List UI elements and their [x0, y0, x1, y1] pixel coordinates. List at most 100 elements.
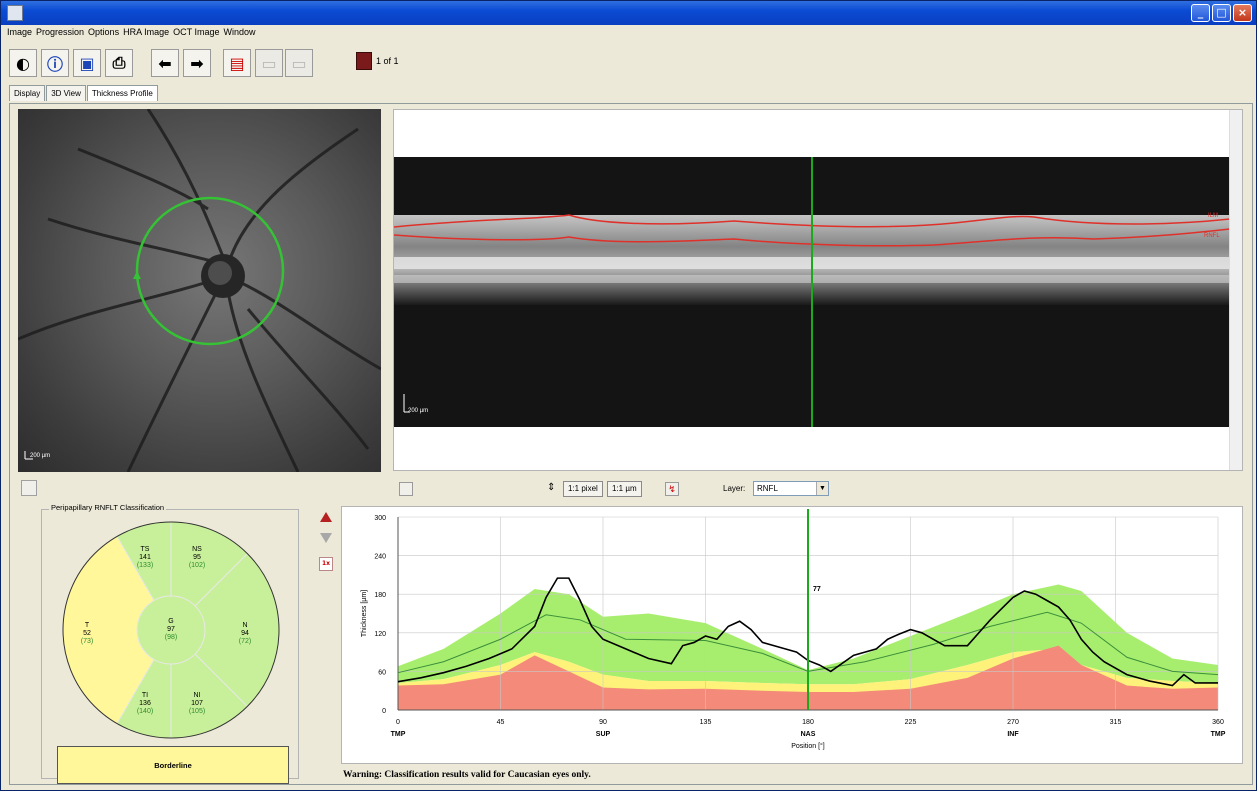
fundus-vessels	[18, 109, 381, 472]
sector-axis-label: NAS	[801, 731, 816, 738]
x-tick-label: 45	[497, 719, 505, 726]
sector-value: 95	[193, 554, 201, 561]
arrow-right-icon[interactable]: ➡	[183, 49, 211, 77]
arrow-left-icon[interactable]: ⬅	[151, 49, 179, 77]
sector-value: 107	[191, 700, 203, 707]
oct-controls: ⇕ 1:1 pixel 1:1 µm ↯ Layer: RNFL ▼	[393, 480, 1243, 502]
thickness-chart[interactable]: 0 60 120 180 240 300 0 45 90 135 180 225 270 315 360 TM…	[342, 507, 1242, 763]
oct-bscan-image[interactable]: ILM RNFL 200 µm	[394, 157, 1230, 427]
layer-select[interactable]: RNFL ▼	[753, 481, 829, 496]
app-icon	[7, 5, 23, 21]
close-button[interactable]: ×	[1233, 4, 1252, 22]
zoom-1x-button[interactable]: 1x	[319, 557, 333, 571]
contrast-icon[interactable]: ◐	[9, 49, 37, 77]
classification-result-badge: Borderline	[57, 746, 289, 784]
classification-warning: Warning: Classification results valid fo…	[343, 770, 591, 780]
x-tick-label: 135	[700, 719, 712, 726]
x-tick-label: 225	[905, 719, 917, 726]
x-tick-label: 360	[1212, 719, 1224, 726]
um-scale-button[interactable]: 1:1 µm	[607, 481, 642, 497]
thickness-chart-panel: 0 60 120 180 240 300 0 45 90 135 180 225 270 315 360 TM…	[341, 506, 1243, 764]
sector-ts: TS 141 (133)	[130, 546, 160, 570]
sector-axis-label: TMP	[391, 731, 406, 738]
layer-edit-icon[interactable]: ↯	[665, 482, 679, 496]
sector-ref: (133)	[136, 562, 154, 569]
layer-select-value: RNFL	[757, 484, 778, 493]
chart-side-controls: 1x	[319, 509, 337, 571]
fundus-scale-label: 200 µm	[30, 453, 51, 459]
sector-label: NI	[193, 692, 201, 699]
sector-label: T	[84, 622, 90, 629]
sector-value: 94	[241, 630, 249, 637]
sector-value: 52	[83, 630, 91, 637]
y-tick-label: 0	[382, 708, 386, 715]
menu-window[interactable]: Window	[223, 25, 259, 41]
minimize-button[interactable]: _	[1191, 4, 1210, 22]
tab-thickness-profile[interactable]: Thickness Profile	[86, 85, 158, 101]
layer-label: Layer:	[723, 484, 746, 493]
pixel-scale-button[interactable]: 1:1 pixel	[563, 481, 603, 497]
page-next-icon[interactable]: ▭	[285, 49, 313, 77]
sector-value: 141	[139, 554, 151, 561]
report-icon[interactable]: ▤	[223, 49, 251, 77]
toolbar: ◐ ⓘ ▣ ⎙ ⬅ ➡ ▤ ▭ ▭	[5, 43, 605, 79]
x-axis-title: Position [°]	[791, 742, 825, 750]
classification-title: Peripapillary RNFLT Classification	[49, 503, 167, 512]
sector-n: N 94 (72)	[230, 622, 260, 646]
x-tick-label: 0	[396, 719, 400, 726]
save-icon[interactable]: ▣	[73, 49, 101, 77]
sector-g: G 97 (98)	[156, 618, 186, 642]
x-tick-label: 315	[1110, 719, 1122, 726]
sector-label: G	[168, 618, 174, 625]
scroll-up-icon[interactable]	[319, 511, 333, 523]
sector-ns: NS 95 (102)	[182, 546, 212, 570]
sector-ref: (105)	[188, 708, 206, 715]
x-tick-label: 270	[1007, 719, 1019, 726]
title-bar[interactable]: _ □ ×	[1, 1, 1256, 25]
sector-ni: NI 107 (105)	[182, 692, 212, 716]
book-icon[interactable]	[356, 52, 372, 70]
ilm-label: ILM	[1208, 213, 1218, 219]
oct-scrollbar[interactable]	[1229, 110, 1242, 470]
y-tick-label: 240	[374, 554, 386, 561]
tab-3d-view[interactable]: 3D View	[46, 85, 86, 101]
menu-oct-image[interactable]: OCT Image	[173, 25, 223, 41]
sector-axis-label: TMP	[1211, 731, 1226, 738]
sector-value: 136	[139, 700, 151, 707]
y-tick-label: 120	[374, 631, 386, 638]
print-icon[interactable]: ⎙	[105, 49, 133, 77]
menu-options[interactable]: Options	[88, 25, 123, 41]
scroll-down-icon[interactable]	[319, 532, 333, 544]
page-prev-icon[interactable]: ▭	[255, 49, 283, 77]
page-indicator: 1 of 1	[356, 52, 399, 70]
cursor-value-label: 77	[813, 586, 821, 593]
chevron-down-icon[interactable]: ▼	[816, 482, 828, 495]
menu-hra-image[interactable]: HRA Image	[123, 25, 173, 41]
oct-options-icon[interactable]	[399, 482, 413, 496]
sector-ti: TI 136 (140)	[130, 692, 160, 716]
maximize-button[interactable]: □	[1212, 4, 1231, 22]
sector-ref: (140)	[136, 708, 154, 715]
oct-scale-label: 200 µm	[408, 408, 428, 414]
sector-ref: (102)	[188, 562, 206, 569]
fundus-options-icon[interactable]	[21, 480, 37, 496]
sector-ref: (98)	[164, 634, 178, 641]
rnfl-label: RNFL	[1204, 233, 1220, 239]
view-tabs: Display 3D View Thickness Profile	[9, 85, 159, 101]
sector-ref: (73)	[80, 638, 94, 645]
fit-height-icon[interactable]: ⇕	[547, 482, 561, 496]
x-tick-label: 90	[599, 719, 607, 726]
y-axis-title: Thickness [µm]	[361, 590, 368, 637]
sector-label: NS	[192, 546, 202, 553]
menu-progression[interactable]: Progression	[36, 25, 88, 41]
sector-label: TS	[140, 546, 150, 553]
fundus-image[interactable]: 200 µm	[18, 109, 381, 472]
tab-display[interactable]: Display	[9, 85, 46, 101]
oct-panel: ILM RNFL 200 µm	[393, 109, 1243, 471]
sector-axis-label: SUP	[596, 731, 611, 738]
y-tick-label: 60	[378, 669, 386, 676]
classification-group: TS 141 (133) NS 95 (102) T 52 (73) G 97 …	[41, 509, 299, 779]
menu-image[interactable]: Image	[7, 25, 36, 41]
page-info-text: 1 of 1	[376, 56, 399, 66]
info-icon[interactable]: ⓘ	[41, 49, 69, 77]
